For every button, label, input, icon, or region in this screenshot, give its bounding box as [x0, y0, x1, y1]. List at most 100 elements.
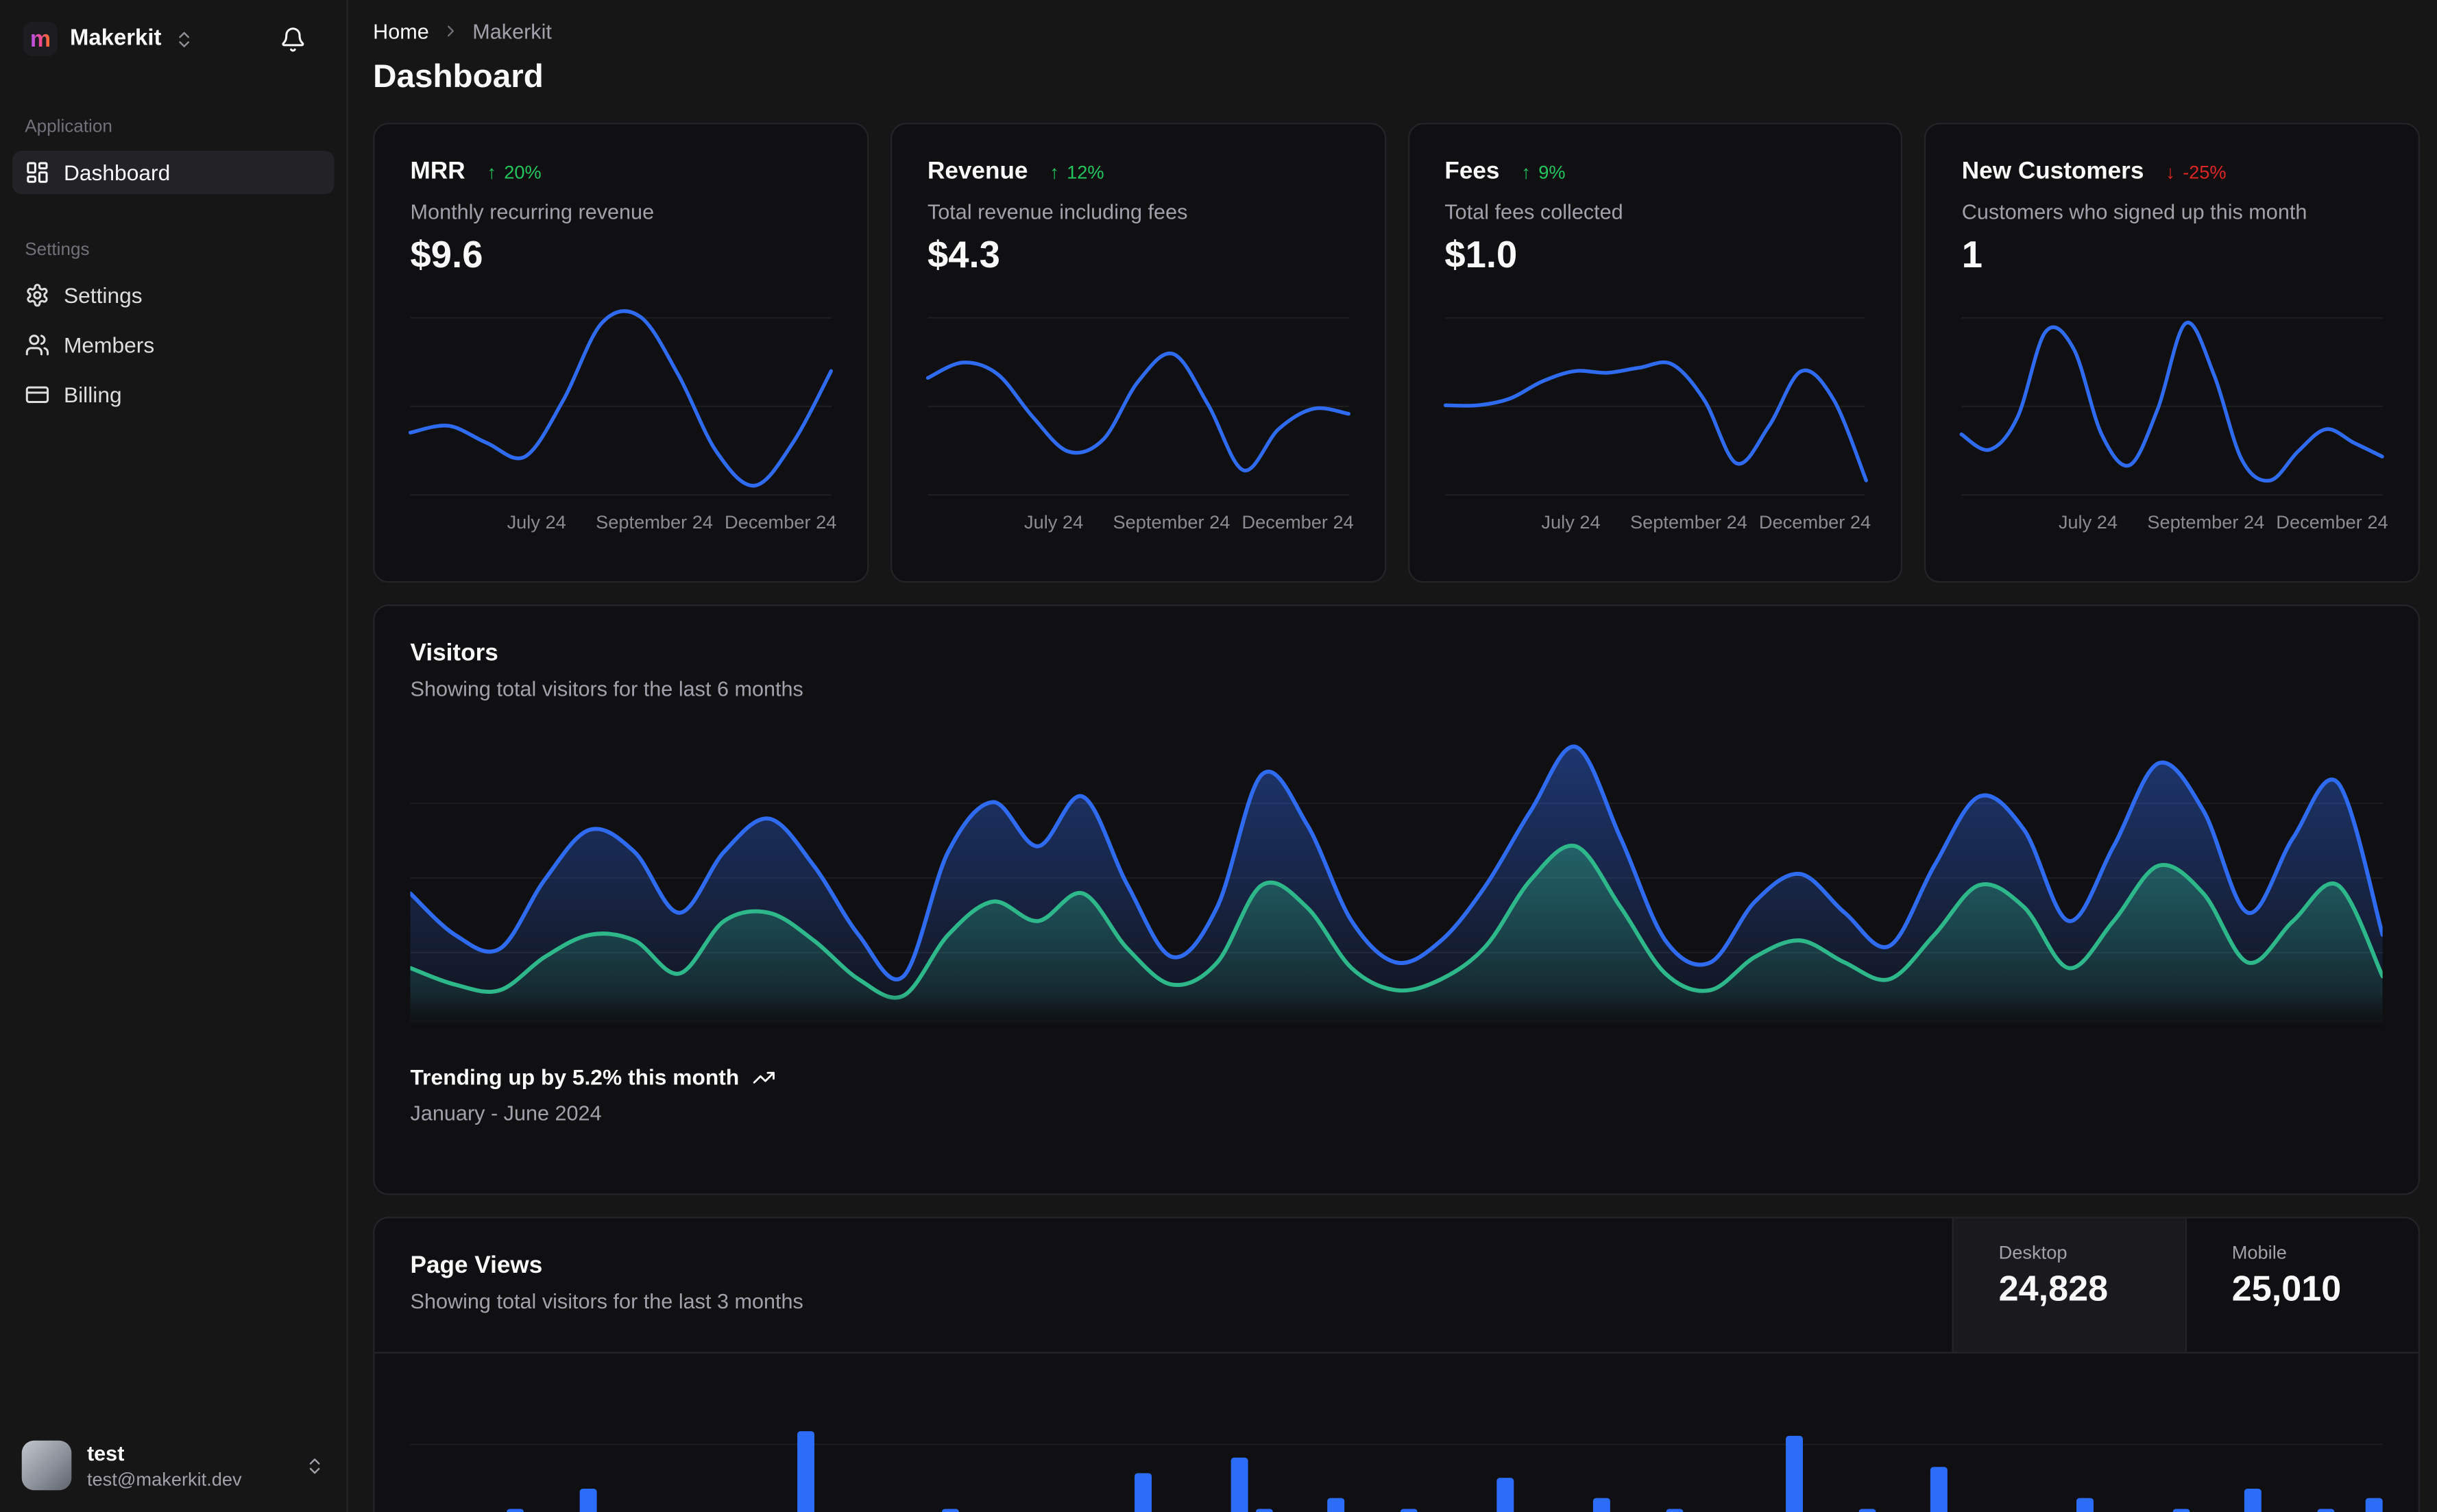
- trend-headline: Trending up by 5.2% this month: [410, 1064, 740, 1090]
- chevron-right-icon: [441, 22, 460, 40]
- line-chart-svg: [408, 309, 834, 488]
- x-tick: September 24: [1629, 511, 1747, 533]
- x-tick: July 24: [1541, 511, 1601, 533]
- tab-mobile[interactable]: Mobile 25,010: [2185, 1218, 2418, 1352]
- sidebar-item-members[interactable]: Members: [12, 324, 334, 367]
- gear-icon: [25, 283, 49, 308]
- sidebar-item-billing[interactable]: Billing: [12, 373, 334, 416]
- x-tick: December 24: [725, 511, 837, 533]
- main-content: Home Makerkit Dashboard MRR ↑ 20% Monthly…: [348, 0, 2437, 1512]
- dashboard-icon: [25, 160, 49, 185]
- visitors-period: January - June 2024: [410, 1101, 602, 1125]
- bar: [796, 1431, 814, 1512]
- user-meta: test test@makerkit.dev: [87, 1441, 242, 1489]
- x-tick: September 24: [596, 511, 714, 533]
- sidebar-nav: Application Dashboard Settings Settings …: [0, 75, 347, 1422]
- bar: [1858, 1509, 1876, 1512]
- sidebar-item-label: Billing: [63, 382, 122, 408]
- arrow-up-icon: ↑: [1521, 161, 1531, 184]
- sidebar-item-dashboard[interactable]: Dashboard: [12, 150, 335, 195]
- stat-title: New Customers: [1961, 158, 2144, 185]
- visitors-title: Visitors: [410, 640, 498, 667]
- x-tick: December 24: [1758, 511, 1871, 533]
- x-axis-labels: July 24 September 24 December 24: [927, 511, 1354, 533]
- stat-description: Customers who signed up this month: [1961, 200, 2307, 224]
- stat-card-mrr: MRR ↑ 20% Monthly recurring revenue $9.6 …: [373, 123, 869, 583]
- bar: [941, 1509, 959, 1512]
- user-email: test@makerkit.dev: [86, 1467, 242, 1490]
- trend-badge: ↓ -25%: [2166, 162, 2226, 184]
- bar: [1930, 1467, 1948, 1512]
- arrow-down-icon: ↓: [2166, 161, 2175, 184]
- tab-value: 24,828: [1998, 1268, 2109, 1308]
- x-tick: July 24: [1023, 511, 1084, 533]
- bar: [1496, 1478, 1514, 1512]
- tab-value: 25,010: [2231, 1268, 2342, 1308]
- chevrons-up-down-icon: [174, 29, 194, 49]
- x-tick: July 24: [2058, 511, 2118, 533]
- bar: [1665, 1509, 1683, 1512]
- trend-value: 9%: [1538, 161, 1566, 184]
- logo-letter: m: [29, 25, 51, 52]
- bar: [1592, 1498, 1610, 1512]
- visitors-footer: Trending up by 5.2% this month: [411, 1064, 2383, 1089]
- bar: [579, 1488, 596, 1512]
- user-menu[interactable]: test test@makerkit.dev: [0, 1422, 347, 1512]
- device-tabs: Desktop 24,828 Mobile 25,010: [1952, 1218, 2418, 1352]
- sparkline-chart: [925, 314, 1350, 498]
- workspace-switcher[interactable]: m Makerkit: [0, 0, 347, 75]
- workspace-name: Makerkit: [70, 26, 162, 51]
- credit-card-icon: [25, 382, 49, 407]
- visitors-subtitle: Showing total visitors for the last 6 mo…: [410, 677, 803, 701]
- x-axis-labels: July 24 September 24 December 24: [411, 511, 837, 533]
- breadcrumb-current: Makerkit: [472, 19, 552, 43]
- trend-value: 12%: [1067, 161, 1104, 184]
- breadcrumb: Home Makerkit: [373, 16, 2420, 47]
- x-tick: September 24: [1113, 511, 1230, 533]
- stat-card-revenue: Revenue ↑ 12% Total revenue including fee…: [890, 123, 1386, 583]
- area-chart-svg: [410, 744, 2383, 1025]
- chevrons-up-down-icon: [304, 1455, 324, 1475]
- x-axis-labels: July 24 September 24 December 24: [1962, 511, 2388, 533]
- sidebar: m Makerkit Application Dashboard Setting…: [0, 0, 348, 1512]
- sidebar-item-label: Members: [63, 332, 155, 358]
- bar: [2172, 1509, 2190, 1512]
- trend-badge: ↑ 20%: [487, 162, 541, 184]
- trend-value: -25%: [2183, 161, 2227, 184]
- trending-up-icon: [751, 1065, 775, 1088]
- trend-badge: ↑ 12%: [1050, 162, 1104, 184]
- breadcrumb-home-link[interactable]: Home: [373, 19, 429, 42]
- arrow-up-icon: ↑: [1050, 161, 1059, 184]
- makerkit-logo: m: [23, 21, 58, 56]
- bar: [1786, 1435, 1804, 1512]
- tab-label: Desktop: [1998, 1241, 2068, 1264]
- visitors-area-chart: [410, 729, 2383, 1027]
- screen: m Makerkit Application Dashboard Setting…: [0, 0, 2437, 1512]
- user-avatar: [21, 1440, 72, 1491]
- bar: [2365, 1498, 2383, 1512]
- sidebar-item-settings[interactable]: Settings: [12, 273, 334, 317]
- bar: [1230, 1457, 1248, 1512]
- notifications-bell-icon[interactable]: [280, 25, 306, 52]
- stat-card-fees: Fees ↑ 9% Total fees collected $1.0 July …: [1407, 123, 1903, 583]
- user-name: test: [86, 1441, 125, 1465]
- stat-value: $1.0: [1444, 234, 1518, 277]
- line-chart-svg: [925, 351, 1350, 472]
- tab-desktop[interactable]: Desktop 24,828: [1952, 1218, 2185, 1352]
- bar: [2317, 1509, 2335, 1512]
- page-views-title: Page Views: [410, 1252, 543, 1279]
- visitors-card: Visitors Showing total visitors for the …: [373, 604, 2421, 1195]
- sidebar-item-label: Dashboard: [63, 160, 171, 185]
- trend-badge: ↑ 9%: [1521, 162, 1565, 184]
- stat-description: Monthly recurring revenue: [410, 200, 655, 224]
- stat-title: Revenue: [927, 158, 1028, 185]
- bar: [2244, 1488, 2262, 1512]
- arrow-up-icon: ↑: [487, 161, 496, 184]
- line-chart-svg: [1442, 360, 1867, 483]
- stat-title: MRR: [410, 158, 465, 185]
- page-views-bar-chart: [410, 1354, 2383, 1512]
- stat-value: 1: [1961, 234, 1983, 277]
- bar: [1327, 1498, 1345, 1512]
- stat-description: Total revenue including fees: [927, 200, 1188, 224]
- page-views-header: Page Views Showing total visitors for th…: [374, 1218, 2418, 1354]
